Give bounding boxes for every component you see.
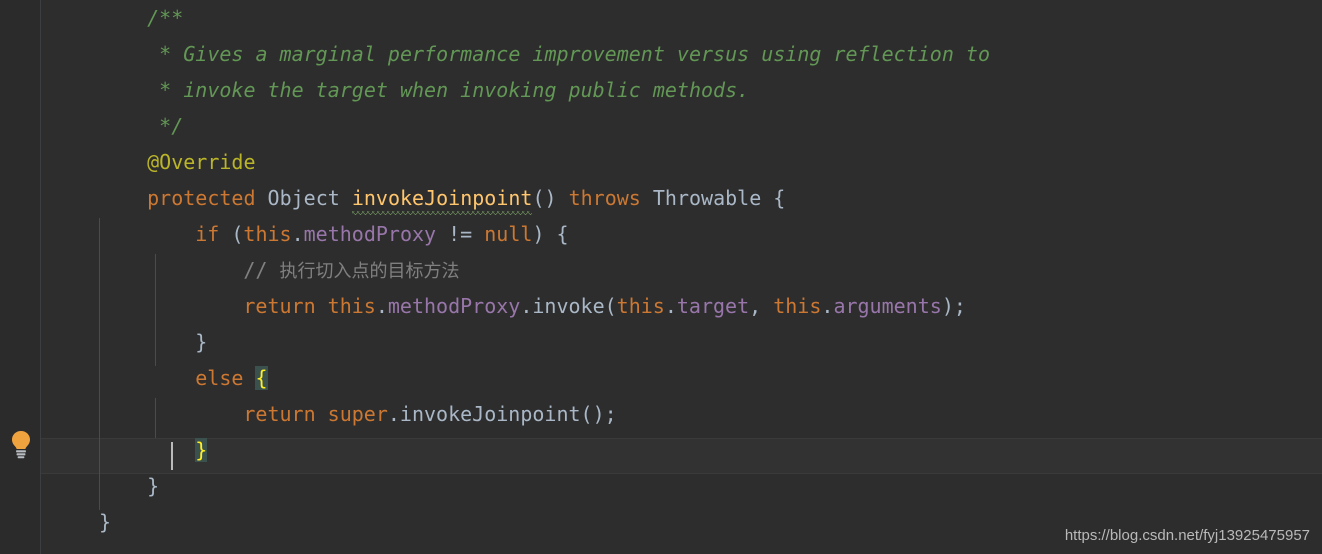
code-line-text: } [195, 324, 207, 360]
code-token: . [821, 294, 834, 318]
code-token: throws [568, 186, 641, 210]
code-token: .invoke( [520, 294, 617, 318]
code-line-text: * invoke the target when invoking public… [147, 72, 749, 108]
code-line[interactable]: */ [0, 108, 1322, 144]
code-line[interactable]: } [0, 324, 1322, 360]
code-line[interactable]: // 执行切入点的目标方法 [0, 252, 1322, 288]
code-token: @Override [147, 150, 256, 174]
code-token: this [773, 294, 822, 318]
code-token: } [99, 510, 112, 534]
code-line-text: return this.methodProxy.invoke(this.targ… [243, 288, 966, 324]
code-line-text: */ [147, 108, 183, 144]
code-editor[interactable]: /** * Gives a marginal performance impro… [0, 0, 1322, 554]
code-line-text: return super.invokeJoinpoint(); [243, 396, 616, 432]
lightbulb-icon[interactable] [9, 430, 33, 460]
code-token: return [243, 294, 316, 318]
code-line-text: } [195, 432, 208, 468]
code-token: */ [147, 114, 184, 138]
code-line-text: if (this.methodProxy != null) { [195, 216, 568, 252]
code-token: else [195, 366, 244, 390]
code-token: /** [147, 6, 184, 30]
code-token: invokeJoinpoint [351, 180, 532, 216]
code-line[interactable]: @Override [0, 144, 1322, 180]
code-token: ); [941, 294, 966, 318]
code-token: ( [219, 222, 244, 246]
code-token: * Gives a marginal performance improveme… [147, 42, 990, 66]
code-token: null [484, 222, 533, 246]
code-token: . [375, 294, 388, 318]
code-token: ) { [532, 222, 569, 246]
code-line-text: // 执行切入点的目标方法 [243, 252, 459, 288]
code-token: .invokeJoinpoint(); [387, 402, 617, 426]
editor-gutter[interactable] [0, 0, 40, 554]
gutter-divider [40, 0, 41, 554]
code-token: // [243, 258, 280, 282]
code-line-text: @Override [147, 144, 255, 180]
code-line[interactable]: return this.methodProxy.invoke(this.targ… [0, 288, 1322, 324]
code-token: this [327, 294, 376, 318]
code-token: Throwable [652, 186, 762, 210]
code-token: } [195, 438, 208, 462]
code-token: this [616, 294, 665, 318]
code-line-text: } [99, 504, 111, 540]
code-line[interactable]: } [0, 468, 1322, 504]
watermark: https://blog.csdn.net/fyj13925475957 [1064, 527, 1310, 544]
code-token: methodProxy [387, 294, 521, 318]
code-content[interactable]: /** * Gives a marginal performance impro… [0, 0, 1322, 554]
code-token: () [532, 186, 569, 210]
code-token: != [436, 222, 485, 246]
code-line[interactable]: * Gives a marginal performance improveme… [0, 36, 1322, 72]
code-token: , [749, 294, 774, 318]
code-token: * invoke the target when invoking public… [147, 78, 750, 102]
code-line[interactable]: else { [0, 360, 1322, 396]
code-line-text: * Gives a marginal performance improveme… [147, 36, 990, 72]
code-token: methodProxy [303, 222, 437, 246]
code-token: } [195, 330, 208, 354]
code-token: 执行切入点的目标方法 [279, 261, 460, 282]
code-token: { [761, 186, 786, 210]
code-line[interactable]: return super.invokeJoinpoint(); [0, 396, 1322, 432]
code-token: target [676, 294, 750, 318]
code-token: . [291, 222, 304, 246]
code-token: if [195, 222, 220, 246]
code-line-text: else { [195, 360, 268, 396]
text-caret [171, 442, 173, 470]
code-token: Object [267, 186, 340, 210]
code-token: . [664, 294, 677, 318]
code-line[interactable]: * invoke the target when invoking public… [0, 72, 1322, 108]
code-token: return [243, 402, 316, 426]
code-line-text: } [147, 468, 159, 504]
code-token: arguments [833, 294, 942, 318]
code-token: { [255, 366, 268, 390]
code-line-text: /** [147, 0, 183, 36]
code-line[interactable]: /** [0, 0, 1322, 36]
code-line-text: protected Object invokeJoinpoint() throw… [147, 180, 785, 216]
code-token: protected [147, 186, 256, 210]
code-token: } [147, 474, 160, 498]
code-line[interactable]: } [0, 432, 1322, 468]
code-line[interactable]: protected Object invokeJoinpoint() throw… [0, 180, 1322, 216]
code-token: this [243, 222, 292, 246]
code-token: super [327, 402, 388, 426]
code-line[interactable]: if (this.methodProxy != null) { [0, 216, 1322, 252]
